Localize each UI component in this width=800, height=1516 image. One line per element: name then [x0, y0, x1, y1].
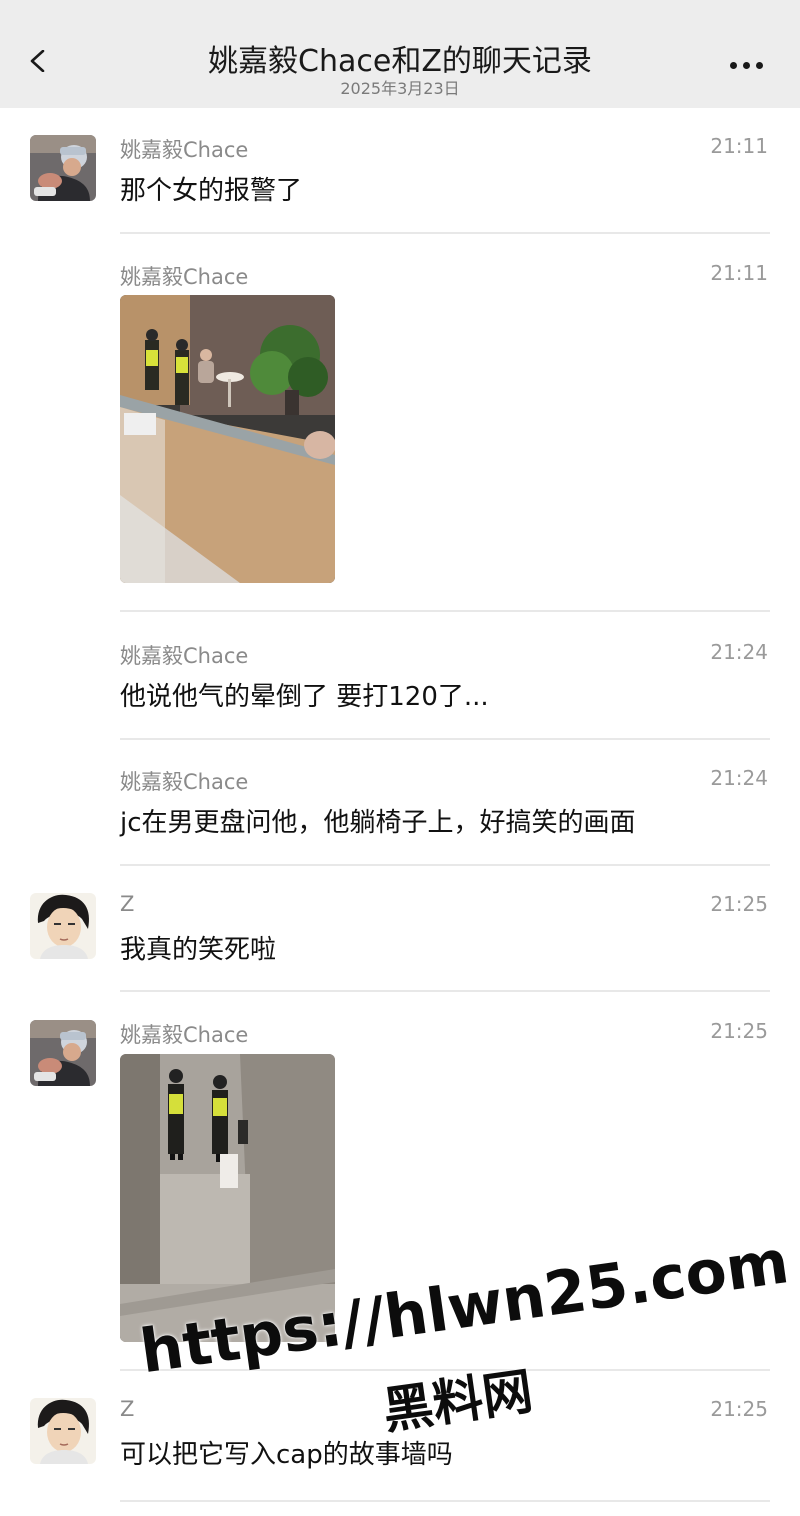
message-text: jc在男更盘问他，他躺椅子上，好搞笑的画面	[120, 808, 636, 838]
message-time: 21:11	[710, 261, 768, 285]
chat-header: 姚嘉毅Chace和Z的聊天记录 2025年3月23日	[0, 0, 800, 108]
avatar-z[interactable]	[30, 1398, 96, 1464]
chat-title: 姚嘉毅Chace和Z的聊天记录	[208, 44, 592, 79]
sender-name: Z	[120, 892, 135, 916]
message-time: 21:25	[710, 1397, 768, 1421]
sender-name: Z	[120, 1397, 135, 1421]
avatar-chace[interactable]	[30, 1020, 96, 1086]
message-time: 21:25	[710, 1019, 768, 1043]
chat-date: 2025年3月23日	[340, 79, 460, 98]
sender-name: 姚嘉毅Chace	[120, 644, 249, 668]
message-time: 21:24	[710, 640, 768, 664]
avatar-z[interactable]	[30, 893, 96, 959]
message-divider	[120, 232, 770, 234]
message-time: 21:24	[710, 766, 768, 790]
message-divider	[120, 864, 770, 866]
sender-name: 姚嘉毅Chace	[120, 1023, 249, 1047]
sender-name: 姚嘉毅Chace	[120, 265, 249, 289]
sender-name: 姚嘉毅Chace	[120, 770, 249, 794]
photo-police-lobby[interactable]	[120, 295, 335, 583]
message-divider	[120, 990, 770, 992]
message-text: 我真的笑死啦	[120, 935, 277, 965]
message-time: 21:25	[710, 892, 768, 916]
message-text: 他说他气的晕倒了 要打120了...	[120, 682, 489, 712]
message-time: 21:11	[710, 134, 768, 158]
message-divider	[120, 610, 770, 612]
message-divider	[120, 1500, 770, 1502]
sender-name: 姚嘉毅Chace	[120, 138, 249, 162]
watermark-label: 黑料网	[379, 1362, 537, 1441]
avatar-chace[interactable]	[30, 135, 96, 201]
more-options-icon[interactable]	[730, 62, 764, 70]
message-text: 那个女的报警了	[120, 176, 303, 206]
message-divider	[120, 738, 770, 740]
